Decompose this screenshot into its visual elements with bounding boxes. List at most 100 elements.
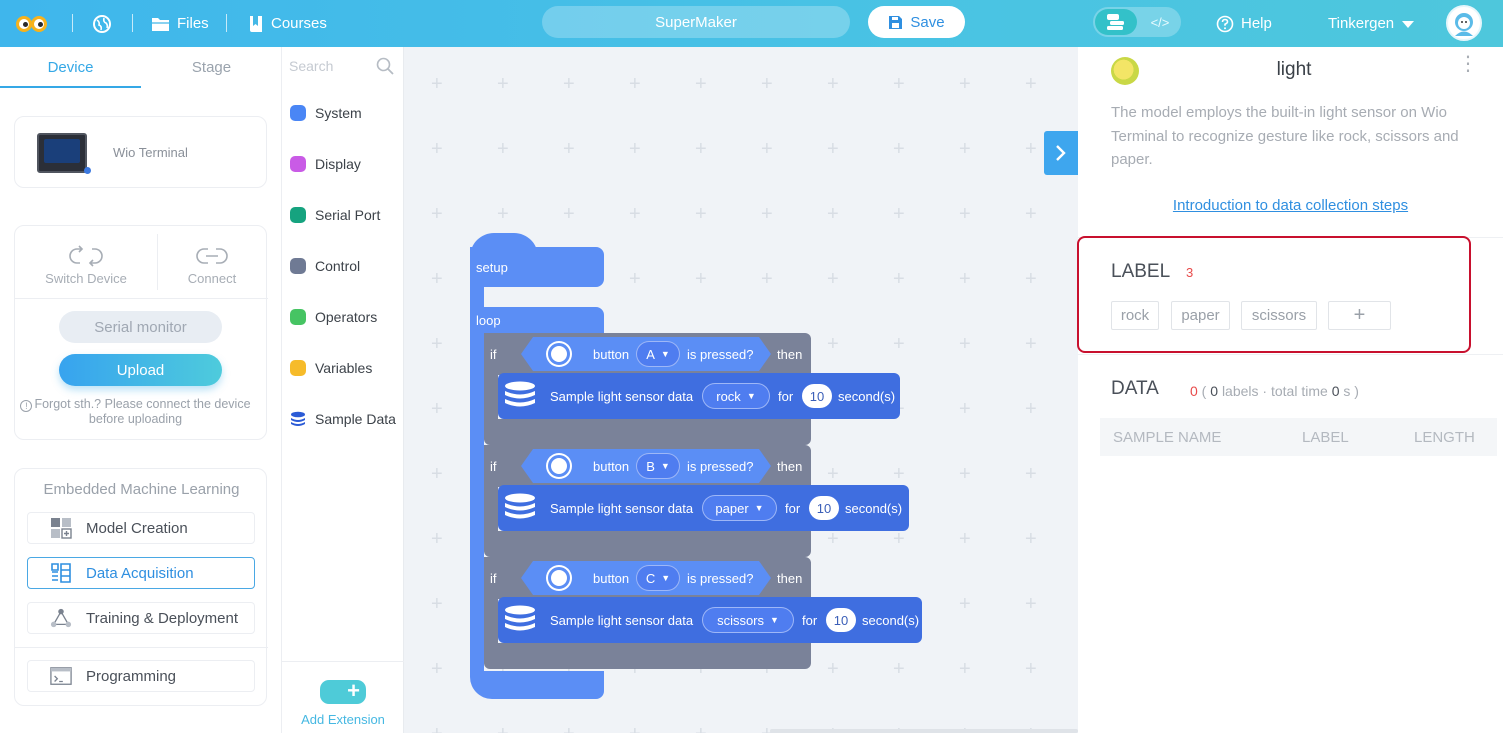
ml-data-panel: light ⋮ The model employs the built-in l…: [1077, 47, 1503, 733]
upload-button[interactable]: Upload: [59, 354, 222, 386]
grid-mark: +: [893, 138, 905, 160]
save-button[interactable]: Save: [868, 6, 965, 38]
link-icon: [196, 247, 228, 264]
tab-stage[interactable]: Stage: [141, 47, 282, 87]
label-tag-rock[interactable]: rock: [1111, 301, 1159, 330]
grid-mark: +: [761, 138, 773, 160]
avatar[interactable]: [1446, 5, 1482, 41]
tab-device[interactable]: Device: [0, 47, 141, 88]
loop-block-end: [470, 671, 604, 699]
add-extension-button[interactable]: Add Extension: [282, 712, 404, 727]
courses-menu[interactable]: Courses: [248, 0, 327, 47]
column-label: LABEL: [1302, 429, 1349, 446]
grid-mark: +: [827, 138, 839, 160]
button-dropdown[interactable]: C ▼: [636, 565, 680, 591]
expand-panel-button[interactable]: [1044, 131, 1078, 175]
add-extension-icon[interactable]: [320, 678, 366, 704]
app-logo[interactable]: [14, 0, 52, 47]
for-label: for: [785, 501, 801, 516]
label-dropdown[interactable]: paper ▼: [702, 495, 777, 521]
grid-mark: +: [431, 138, 443, 160]
top-bar: Files Courses SuperMaker Save </> Help T…: [0, 0, 1503, 47]
category-control[interactable]: Control: [290, 256, 360, 276]
switch-device-button[interactable]: Switch Device: [23, 234, 149, 296]
grid-mark: +: [827, 268, 839, 290]
code-mode-button[interactable]: </>: [1141, 7, 1179, 37]
caret-down-icon: ▼: [660, 461, 670, 471]
project-name[interactable]: SuperMaker: [542, 6, 850, 38]
grid-mark: +: [959, 528, 971, 550]
is-pressed-label: is pressed?: [687, 459, 754, 474]
button-icon: [548, 343, 570, 365]
files-menu[interactable]: Files: [151, 0, 209, 47]
add-label-button[interactable]: +: [1328, 301, 1391, 330]
grid-mark: +: [695, 268, 707, 290]
save-label: Save: [910, 13, 945, 31]
help-button[interactable]: Help: [1216, 0, 1272, 47]
mode-toggle[interactable]: </>: [1093, 7, 1181, 37]
training-deployment-item[interactable]: Training & Deployment: [27, 602, 255, 634]
serial-monitor-button[interactable]: Serial monitor: [59, 311, 222, 343]
grid-mark: +: [959, 203, 971, 225]
category-serial-port[interactable]: Serial Port: [290, 205, 380, 225]
database-icon: [503, 381, 537, 411]
category-sample-data[interactable]: Sample Data: [290, 409, 396, 429]
device-card[interactable]: Wio Terminal: [14, 116, 267, 188]
if-block-end: [484, 643, 811, 669]
label-dropdown[interactable]: rock ▼: [702, 383, 770, 409]
then-label: then: [777, 459, 803, 474]
globe-icon: [93, 14, 111, 33]
category-label: Operators: [315, 309, 378, 325]
label-tag-scissors[interactable]: scissors: [1241, 301, 1317, 330]
grid-mark: +: [563, 203, 575, 225]
category-label: Control: [315, 258, 361, 274]
category-label: Sample Data: [315, 411, 396, 427]
grid-mark: +: [959, 658, 971, 680]
grid-mark: +: [629, 268, 641, 290]
block-mode-button[interactable]: [1095, 9, 1137, 35]
grid-mark: +: [629, 73, 641, 95]
user-name: Tinkergen: [1328, 15, 1395, 32]
block-workspace[interactable]: + + + + + + + + + + + + + + + + + + + + + + + + + + + + + + + + + + + + + + + +…: [404, 47, 1078, 733]
user-avatar-icon: [1455, 13, 1473, 36]
grid-mark: +: [1025, 398, 1037, 420]
label-dropdown[interactable]: scissors ▼: [702, 607, 794, 633]
data-count: 0: [1190, 383, 1198, 399]
seconds-input[interactable]: 10: [809, 496, 839, 520]
button-dropdown[interactable]: B ▼: [636, 453, 680, 479]
label-value: rock: [716, 388, 741, 404]
intro-link[interactable]: Introduction to data collection steps: [1078, 197, 1503, 214]
seconds-input[interactable]: 10: [826, 608, 856, 632]
seconds-input[interactable]: 10: [802, 384, 832, 408]
terminal-icon: [50, 667, 72, 685]
category-variables[interactable]: Variables: [290, 358, 372, 378]
grid-mark: +: [1025, 268, 1037, 290]
category-label: Display: [315, 156, 361, 172]
data-acquisition-item[interactable]: Data Acquisition: [27, 557, 255, 589]
category-system[interactable]: System: [290, 103, 362, 123]
grid-mark: +: [563, 73, 575, 95]
if-label: if: [490, 459, 497, 474]
language-button[interactable]: [92, 0, 112, 47]
grid-mark: +: [959, 73, 971, 95]
category-color-icon: [290, 258, 306, 274]
connect-button[interactable]: Connect: [149, 234, 275, 296]
label-tag-paper[interactable]: paper: [1171, 301, 1230, 330]
grid-mark: +: [827, 658, 839, 680]
device-panel: Device Stage Wio Terminal Switch Device …: [0, 47, 282, 733]
block-search[interactable]: Search: [289, 55, 397, 79]
grid-mark: +: [893, 658, 905, 680]
category-operators[interactable]: Operators: [290, 307, 377, 327]
user-menu[interactable]: Tinkergen: [1328, 0, 1415, 47]
divider: [15, 647, 268, 648]
category-color-icon: [290, 360, 306, 376]
programming-item[interactable]: Programming: [27, 660, 255, 692]
grid-mark: +: [431, 73, 443, 95]
more-options-icon[interactable]: ⋮: [1458, 54, 1478, 74]
search-icon[interactable]: [375, 56, 395, 76]
button-dropdown[interactable]: A ▼: [636, 341, 680, 367]
model-creation-item[interactable]: Model Creation: [27, 512, 255, 544]
if-block-arm: [484, 375, 498, 423]
horizontal-scrollbar[interactable]: [770, 729, 1078, 733]
category-display[interactable]: Display: [290, 154, 361, 174]
